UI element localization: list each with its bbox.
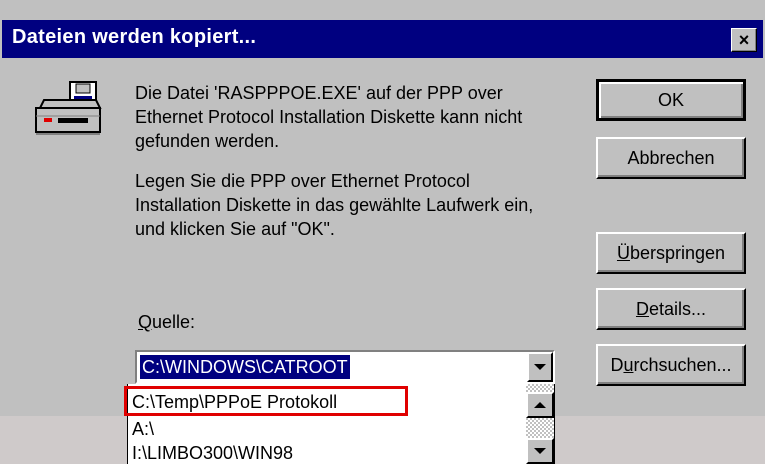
list-item[interactable]: I:\LIMBO300\WIN98	[132, 442, 293, 464]
ok-button-label: OK	[657, 89, 684, 110]
close-button[interactable]: ×	[731, 28, 757, 52]
scroll-up-icon	[534, 402, 546, 408]
annotation-highlight-box	[124, 386, 408, 416]
message-insert-disk: Legen Sie die PPP over Ethernet Protocol…	[135, 171, 534, 239]
window-title: Dateien werden kopiert...	[12, 26, 257, 48]
message-missing-file: Die Datei 'RASPPPOE.EXE' auf der PPP ove…	[135, 83, 523, 151]
browse-button-label: Durchsuchen...	[610, 354, 732, 375]
cancel-button-label: Abbrechen	[627, 147, 715, 168]
browse-button[interactable]: Durchsuchen...	[596, 344, 746, 386]
skip-button-label: Überspringen	[616, 242, 726, 263]
dropdown-button[interactable]	[527, 352, 553, 382]
scroll-down-icon	[534, 448, 546, 454]
dropdown-arrow-icon	[534, 364, 546, 370]
list-scrollbar[interactable]	[526, 384, 554, 464]
close-icon: ×	[738, 30, 750, 50]
source-selected-value[interactable]: C:\WINDOWS\CATROOT	[140, 355, 350, 379]
cancel-button[interactable]: Abbrechen	[596, 137, 746, 179]
details-button[interactable]: Details...	[596, 288, 746, 330]
list-item[interactable]: A:\	[132, 418, 154, 440]
scroll-up-button[interactable]	[526, 392, 554, 418]
source-combobox[interactable]: C:\WINDOWS\CATROOT	[135, 350, 555, 384]
scroll-down-button[interactable]	[526, 438, 554, 464]
details-button-label: Details...	[635, 298, 707, 319]
copy-files-dialog: Dateien werden kopiert... × Die Datei 'R…	[0, 0, 765, 416]
source-label: Quelle:	[138, 312, 196, 332]
ok-button[interactable]: OK	[596, 79, 746, 121]
skip-button[interactable]: Überspringen	[596, 232, 746, 274]
title-bar[interactable]: Dateien werden kopiert... ×	[2, 20, 763, 58]
floppy-drive-icon	[35, 81, 102, 135]
